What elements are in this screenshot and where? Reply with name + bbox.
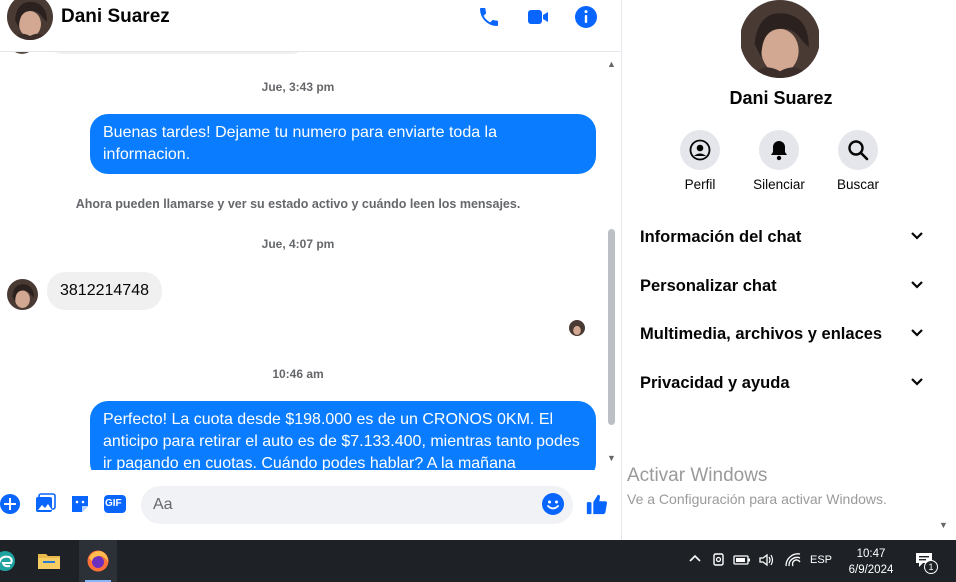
- timestamp: Jue, 3:43 pm: [261, 80, 335, 94]
- message-list[interactable]: Jue, 3:43 pm Buenas tardes! Dejame tu nu…: [0, 52, 606, 470]
- contact-avatar[interactable]: [7, 0, 53, 40]
- bell-icon: [759, 130, 799, 170]
- chevron-down-icon: [910, 228, 924, 246]
- edge-icon[interactable]: [0, 540, 24, 582]
- read-receipt-avatar: [569, 320, 585, 336]
- notification-count-badge: 1: [924, 560, 938, 574]
- gif-icon[interactable]: GIF: [102, 492, 128, 516]
- clock-date: 6/9/2024: [848, 564, 894, 576]
- message-input[interactable]: [141, 486, 573, 524]
- mute-button[interactable]: Silenciar: [739, 130, 819, 192]
- profile-avatar[interactable]: [740, 0, 820, 78]
- clock-time: 10:47: [856, 548, 886, 560]
- chevron-up-icon[interactable]: [688, 552, 702, 569]
- timestamp: Jue, 4:07 pm: [261, 237, 335, 251]
- volume-icon[interactable]: [758, 552, 776, 571]
- conversation-details-panel: Dani Suarez Perfil Silenciar Buscar Info…: [621, 0, 956, 540]
- gif-label: GIF: [105, 498, 122, 509]
- outgoing-message[interactable]: Buenas tardes! Dejame tu numero para env…: [90, 114, 596, 174]
- search-button[interactable]: Buscar: [818, 130, 898, 192]
- message-composer: GIF: [0, 470, 620, 540]
- section-label: Información del chat: [640, 227, 802, 246]
- video-call-icon[interactable]: [525, 4, 551, 30]
- plus-icon[interactable]: [0, 492, 22, 516]
- info-icon[interactable]: [573, 4, 599, 30]
- profile-icon: [680, 130, 720, 170]
- search-icon: [838, 130, 878, 170]
- section-chat-info[interactable]: Información del chat: [640, 222, 924, 252]
- scroll-thumb[interactable]: [608, 229, 615, 425]
- thumbs-up-icon[interactable]: [585, 492, 609, 516]
- profile-name: Dani Suarez: [729, 88, 833, 108]
- section-privacy-help[interactable]: Privacidad y ayuda: [640, 368, 924, 398]
- section-media-files-links[interactable]: Multimedia, archivos y enlaces: [640, 319, 924, 349]
- profile-button[interactable]: Perfil: [660, 130, 740, 192]
- section-label: Personalizar chat: [640, 276, 777, 295]
- chevron-down-icon: [910, 374, 924, 392]
- language-indicator[interactable]: ESP: [810, 554, 832, 566]
- chat-column: Dani Suarez Jue, 3:43 pm Buenas tardes! …: [0, 0, 620, 540]
- phone-icon[interactable]: [476, 4, 502, 30]
- chevron-down-icon: [910, 325, 924, 343]
- windows-taskbar: ESP 10:47 6/9/2024 1: [0, 540, 956, 582]
- contact-name[interactable]: Dani Suarez: [61, 6, 170, 28]
- sticker-icon[interactable]: [68, 492, 92, 516]
- incoming-message[interactable]: 3812214748: [47, 272, 162, 310]
- wifi-icon[interactable]: [784, 552, 802, 571]
- scroll-up-arrow-icon[interactable]: ▲: [607, 59, 616, 69]
- system-clock[interactable]: 10:47 6/9/2024: [840, 546, 902, 578]
- chevron-down-icon: [910, 277, 924, 295]
- windows-activation-subtitle: Ve a Configuración para activar Windows.: [627, 491, 887, 507]
- windows-activation-title: Activar Windows: [627, 465, 768, 486]
- file-explorer-icon[interactable]: [30, 540, 68, 582]
- section-customize-chat[interactable]: Personalizar chat: [640, 271, 924, 301]
- mute-label: Silenciar: [753, 177, 805, 192]
- search-label: Buscar: [836, 177, 880, 192]
- outgoing-message[interactable]: Perfecto! La cuota desde $198.000 es de …: [90, 401, 596, 470]
- timestamp: 10:46 am: [272, 367, 324, 381]
- scroll-down-arrow-icon[interactable]: ▼: [607, 453, 616, 463]
- photo-icon[interactable]: [33, 492, 57, 516]
- panel-scroll-down-arrow-icon[interactable]: ▼: [939, 520, 948, 530]
- section-label: Multimedia, archivos y enlaces: [640, 324, 883, 343]
- battery-icon[interactable]: [733, 553, 751, 570]
- sender-avatar[interactable]: [7, 279, 38, 310]
- chat-scrollbar[interactable]: ▲ ▼: [606, 57, 620, 469]
- profile-label: Perfil: [684, 177, 716, 192]
- notifications-icon[interactable]: 1: [914, 551, 938, 574]
- meet-now-icon[interactable]: [711, 552, 727, 571]
- firefox-icon[interactable]: [79, 540, 117, 582]
- system-notice: Ahora pueden llamarse y ver su estado ac…: [75, 197, 521, 211]
- chat-header: Dani Suarez: [0, 0, 620, 52]
- emoji-icon[interactable]: [541, 492, 565, 516]
- section-label: Privacidad y ayuda: [640, 373, 790, 392]
